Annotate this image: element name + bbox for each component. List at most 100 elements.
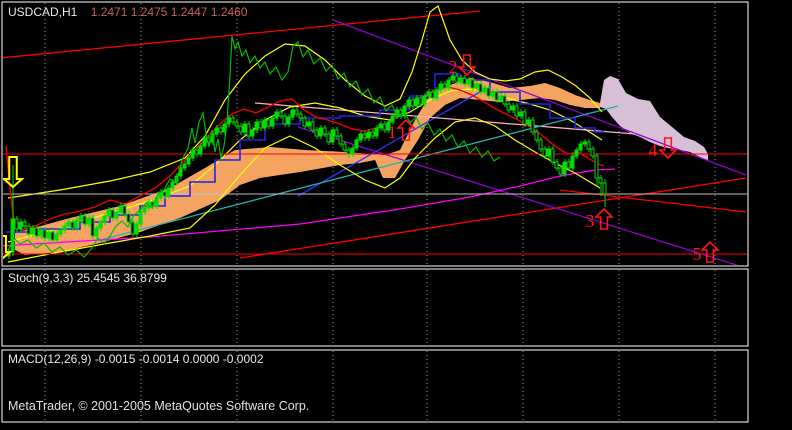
candle-body xyxy=(162,191,167,197)
annotation-number-1: 1 xyxy=(388,122,397,142)
candle-body xyxy=(458,77,463,83)
candle-body xyxy=(342,143,347,151)
candle-body xyxy=(422,95,427,105)
macd-indicator-label: MACD(12,26,9) -0.0015 -0.0014 0.0000 -0.… xyxy=(8,352,264,366)
candle-body xyxy=(38,229,43,237)
candle-body xyxy=(238,125,243,133)
candle-body xyxy=(570,155,575,169)
candle-body xyxy=(370,131,375,137)
candle-body xyxy=(602,182,607,195)
candle-body xyxy=(138,211,143,225)
candle-body xyxy=(382,123,387,131)
candle-body xyxy=(122,205,127,215)
candle-body xyxy=(130,221,135,235)
candle-body xyxy=(294,109,299,115)
candle-body xyxy=(366,131,371,139)
candle-body xyxy=(518,111,523,117)
candle-body xyxy=(378,123,383,129)
candle-body xyxy=(266,119,271,127)
candle-body xyxy=(346,149,351,155)
red-rising-support[interactable] xyxy=(239,177,747,259)
candle-body xyxy=(46,231,51,239)
candle-body xyxy=(530,119,535,133)
candle-body xyxy=(282,115,287,125)
candle-body xyxy=(106,209,111,217)
candle-body xyxy=(430,91,435,99)
candle-body xyxy=(250,129,255,137)
main-chart-area[interactable]: 1 2 3 4 5 xyxy=(0,5,747,268)
stoch-indicator-label: Stoch(9,3,3) 25.4545 36.8799 xyxy=(8,271,167,285)
candle-body xyxy=(410,99,415,107)
candle-body xyxy=(514,105,519,117)
candle-body xyxy=(338,135,343,145)
candle-body xyxy=(190,149,195,159)
candle-body xyxy=(70,221,75,229)
candle-body xyxy=(486,87,491,97)
candle-body xyxy=(586,141,591,150)
candle-body xyxy=(362,133,367,139)
candle-body xyxy=(578,143,583,151)
candle-body xyxy=(318,127,323,137)
candle-body xyxy=(202,137,207,147)
candle-body xyxy=(34,227,39,237)
candle-body xyxy=(438,83,443,91)
candle-body xyxy=(434,89,439,99)
candle-body xyxy=(334,129,339,137)
candle-body xyxy=(558,167,563,175)
candle-body xyxy=(590,148,595,157)
candle-body xyxy=(330,129,335,143)
candle-body xyxy=(134,223,139,235)
candle-body xyxy=(94,227,99,237)
candle-body xyxy=(446,79,451,89)
candle-body xyxy=(482,87,487,93)
candle-body xyxy=(478,83,483,93)
candle-body xyxy=(306,121,311,127)
candle-body xyxy=(90,217,95,237)
candle-body xyxy=(114,211,119,219)
candle-body xyxy=(66,221,71,227)
metatrader-chart-window: 1 2 3 4 5 USDCAD,H1 1.2471 1.2475 1.2447 1.2… xyxy=(0,0,792,430)
candle-body xyxy=(526,119,531,125)
candle-body xyxy=(314,129,319,137)
candle-body xyxy=(262,119,267,129)
candle-body xyxy=(22,221,27,227)
candle-body xyxy=(470,79,475,89)
candle-body xyxy=(142,207,147,213)
candle-body xyxy=(170,181,175,189)
cyan-rising-trendline[interactable] xyxy=(99,105,619,241)
candle-body xyxy=(82,215,87,225)
candle-body xyxy=(278,111,283,117)
candle-body xyxy=(214,127,219,135)
candle-body xyxy=(550,148,555,163)
candle-body xyxy=(242,123,247,133)
candle-body xyxy=(466,79,471,85)
candle-body xyxy=(274,111,279,119)
candle-body xyxy=(182,163,187,169)
candle-body xyxy=(286,116,291,125)
candle-body xyxy=(426,91,431,97)
candle-body xyxy=(54,233,59,241)
candle-body xyxy=(198,145,203,155)
candle-body xyxy=(594,155,599,179)
candle-body xyxy=(186,157,191,165)
candle-body xyxy=(98,221,103,229)
candle-body xyxy=(74,219,79,229)
annotation-number-4: 4 xyxy=(649,140,658,160)
candle-body xyxy=(566,161,571,169)
annotation-number-2: 2 xyxy=(449,57,458,77)
candle-body xyxy=(498,95,503,101)
candle-body xyxy=(246,123,251,137)
candle-body xyxy=(50,231,55,241)
annotation-number-5: 5 xyxy=(693,244,702,264)
candle-body xyxy=(110,209,115,219)
candle-body xyxy=(494,91,499,101)
candle-body xyxy=(582,141,587,145)
candle-body xyxy=(230,117,235,123)
candle-body xyxy=(86,217,91,225)
candle-body xyxy=(18,221,23,230)
candle-body xyxy=(290,109,295,118)
candle-body xyxy=(42,229,47,239)
candle-body xyxy=(442,83,447,89)
candle-body xyxy=(358,133,363,141)
candle-body xyxy=(546,148,551,157)
